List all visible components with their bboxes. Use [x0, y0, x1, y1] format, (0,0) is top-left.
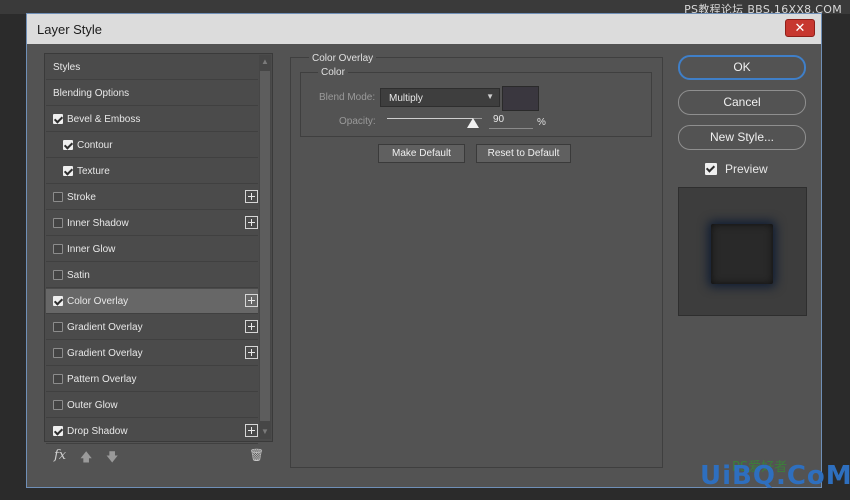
- style-label: Gradient Overlay: [67, 348, 143, 359]
- opacity-slider-thumb[interactable]: [466, 118, 479, 128]
- style-checkbox[interactable]: [63, 140, 73, 150]
- style-label: Bevel & Emboss: [67, 114, 141, 125]
- styles-list-item[interactable]: Gradient Overlay: [46, 315, 258, 340]
- trash-icon[interactable]: 🗑: [249, 448, 264, 462]
- add-effect-icon[interactable]: [245, 320, 258, 333]
- styles-list-item[interactable]: Pattern Overlay: [46, 367, 258, 392]
- styles-list-item[interactable]: Drop Shadow: [46, 419, 258, 444]
- style-label: Styles: [53, 62, 81, 73]
- opacity-unit: %: [537, 117, 546, 128]
- fx-menu-button[interactable]: fx: [54, 448, 66, 463]
- style-checkbox[interactable]: [53, 114, 63, 124]
- new-style-button[interactable]: New Style...: [678, 125, 806, 150]
- style-label: Contour: [77, 140, 113, 151]
- style-checkbox[interactable]: [53, 296, 63, 306]
- reset-default-label: Reset to Default: [487, 148, 560, 159]
- styles-toolbar: fx 🡅 🡇 🗑: [44, 446, 273, 466]
- style-label: Inner Glow: [67, 244, 116, 255]
- styles-list-item[interactable]: Styles: [46, 55, 258, 80]
- close-icon: ✕: [794, 21, 806, 36]
- blend-mode-select[interactable]: Multiply ▼: [380, 88, 500, 107]
- styles-list-item[interactable]: Inner Shadow: [46, 211, 258, 236]
- blend-mode-label: Blend Mode:: [319, 92, 376, 103]
- style-label: Texture: [77, 166, 110, 177]
- preview-shape: [711, 224, 773, 284]
- new-style-label: New Style...: [709, 130, 775, 144]
- layer-style-dialog: Layer Style ✕ ▲ ▼ Styles Blending Options…: [26, 13, 822, 488]
- style-checkbox[interactable]: [53, 192, 63, 202]
- add-effect-icon[interactable]: [245, 424, 258, 437]
- cancel-button[interactable]: Cancel: [678, 90, 806, 115]
- style-checkbox[interactable]: [53, 400, 63, 410]
- dialog-title: Layer Style: [37, 22, 103, 37]
- style-label: Satin: [67, 270, 90, 281]
- style-label: Blending Options: [53, 88, 130, 99]
- add-effect-icon[interactable]: [245, 346, 258, 359]
- style-checkbox[interactable]: [53, 322, 63, 332]
- styles-list-item[interactable]: Gradient Overlay: [46, 341, 258, 366]
- preview-checkbox[interactable]: [705, 163, 717, 175]
- style-label: Drop Shadow: [67, 426, 128, 437]
- styles-list-item[interactable]: Satin: [46, 263, 258, 288]
- styles-scrollbar[interactable]: ▲ ▼: [259, 55, 271, 439]
- styles-list: ▲ ▼ Styles Blending Options Bevel & Emboss…: [44, 53, 273, 444]
- style-label: Inner Shadow: [67, 218, 129, 229]
- styles-list-item[interactable]: Texture: [46, 159, 258, 184]
- scroll-thumb[interactable]: [260, 71, 270, 421]
- style-checkbox[interactable]: [63, 166, 73, 176]
- cancel-label: Cancel: [723, 95, 761, 109]
- reset-default-button[interactable]: Reset to Default: [476, 144, 571, 163]
- styles-list-item[interactable]: Blending Options: [46, 81, 258, 106]
- blend-mode-value: Multiply: [389, 93, 423, 104]
- opacity-value: 90: [493, 114, 505, 125]
- scroll-down-icon[interactable]: ▼: [261, 427, 269, 437]
- ok-label: OK: [733, 60, 751, 74]
- move-up-icon[interactable]: 🡅: [80, 448, 92, 469]
- style-checkbox[interactable]: [53, 218, 63, 228]
- style-label: Stroke: [67, 192, 96, 203]
- make-default-label: Make Default: [392, 148, 451, 159]
- style-label: Outer Glow: [67, 400, 118, 411]
- color-swatch[interactable]: [502, 86, 539, 111]
- opacity-label: Opacity:: [339, 116, 376, 127]
- ok-button[interactable]: OK: [678, 55, 806, 80]
- preview-label: Preview: [725, 162, 768, 176]
- style-checkbox[interactable]: [53, 426, 63, 436]
- style-label: Color Overlay: [67, 296, 129, 307]
- opacity-input[interactable]: 90: [489, 114, 533, 129]
- style-checkbox[interactable]: [53, 374, 63, 384]
- add-effect-icon[interactable]: [245, 294, 258, 307]
- style-checkbox[interactable]: [53, 270, 63, 280]
- move-down-icon[interactable]: 🡇: [106, 448, 118, 469]
- close-button[interactable]: ✕: [785, 19, 815, 37]
- style-label: Gradient Overlay: [67, 322, 143, 333]
- add-effect-icon[interactable]: [245, 190, 258, 203]
- group-title: Color: [318, 67, 348, 78]
- style-checkbox[interactable]: [53, 244, 63, 254]
- style-checkbox[interactable]: [53, 348, 63, 358]
- styles-list-item[interactable]: Color Overlay: [46, 289, 258, 314]
- styles-list-item[interactable]: Stroke: [46, 185, 258, 210]
- styles-list-item[interactable]: Bevel & Emboss: [46, 107, 258, 132]
- watermark-bottom: UiBQ.CoM: [700, 461, 850, 491]
- style-preview-thumbnail: [678, 187, 807, 316]
- style-label: Pattern Overlay: [67, 374, 137, 385]
- opacity-slider-fill: [387, 118, 473, 119]
- titlebar: Layer Style ✕: [27, 14, 821, 44]
- scroll-up-icon[interactable]: ▲: [261, 57, 269, 67]
- chevron-down-icon: ▼: [486, 92, 494, 101]
- styles-list-item[interactable]: Contour: [46, 133, 258, 158]
- make-default-button[interactable]: Make Default: [378, 144, 465, 163]
- add-effect-icon[interactable]: [245, 216, 258, 229]
- styles-list-item[interactable]: Outer Glow: [46, 393, 258, 418]
- styles-list-item[interactable]: Inner Glow: [46, 237, 258, 262]
- section-title: Color Overlay: [309, 53, 377, 64]
